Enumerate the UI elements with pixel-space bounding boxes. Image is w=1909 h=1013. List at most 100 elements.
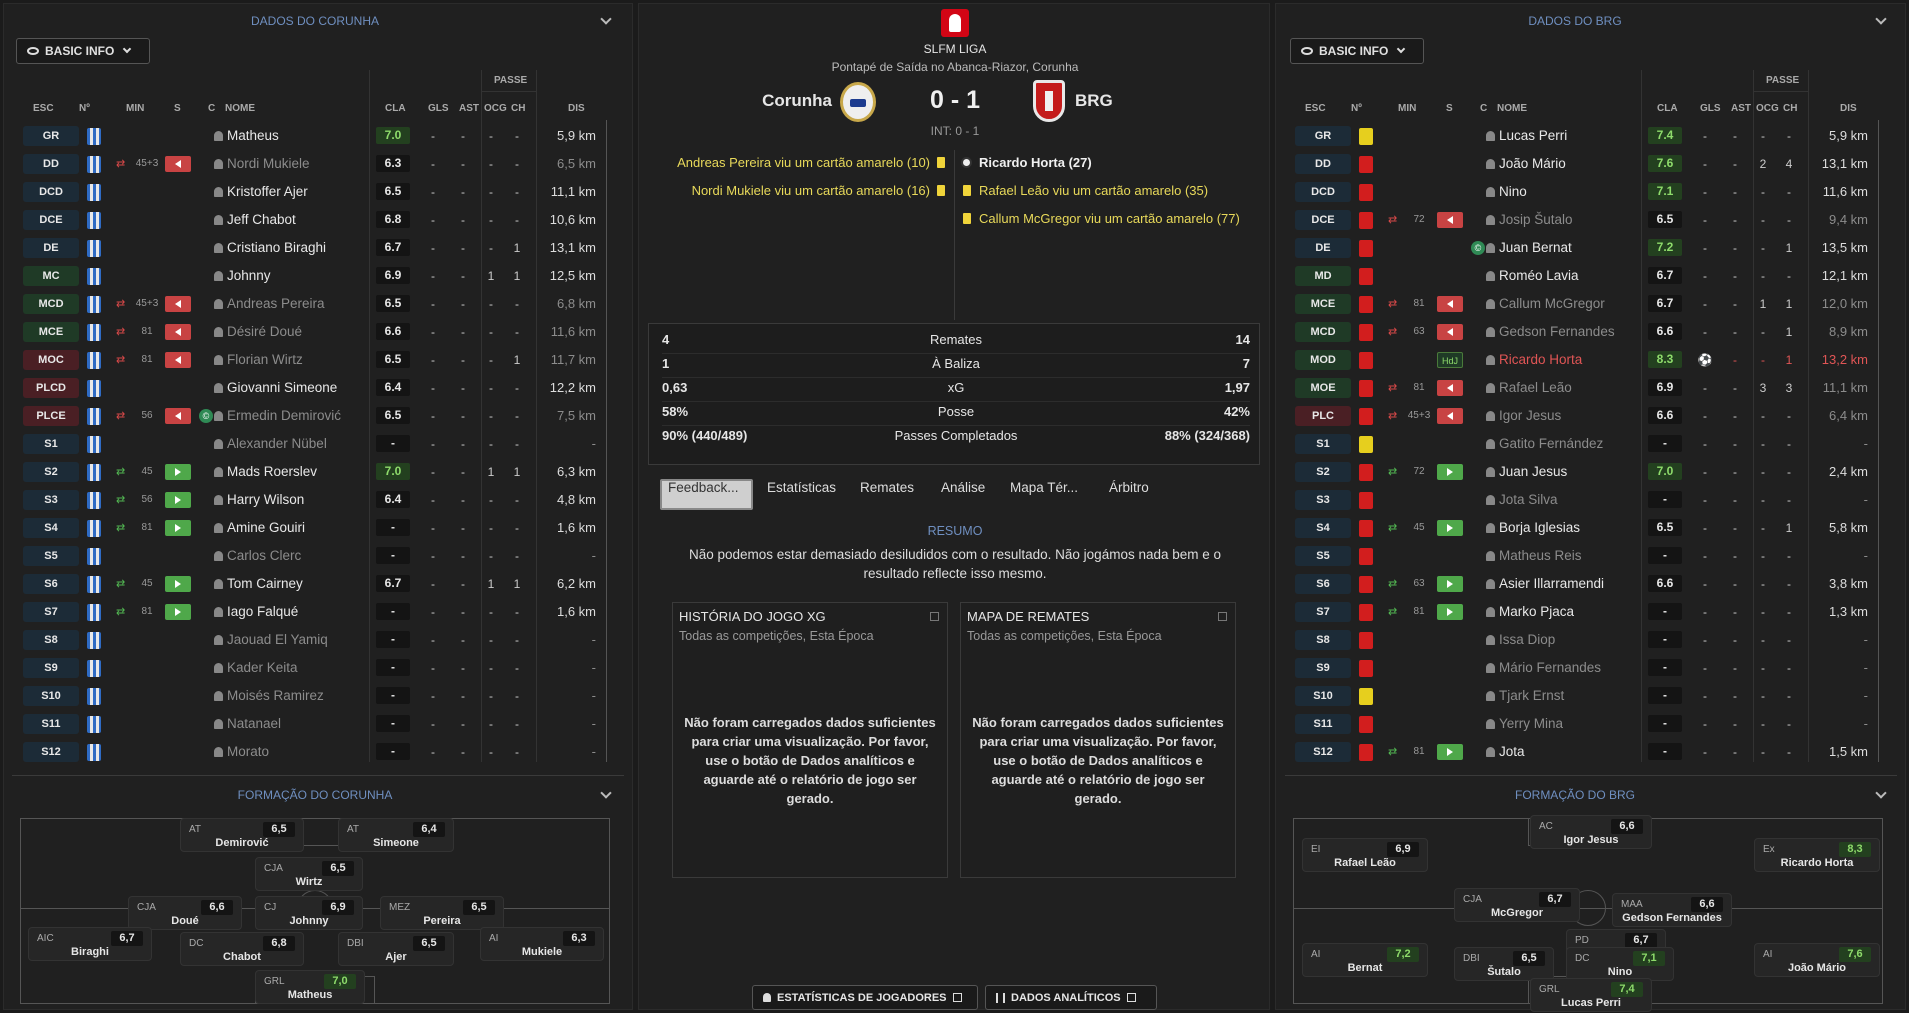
player-name[interactable]: Jaouad El Yamiq [227,632,328,647]
player-row[interactable]: S12 ⇄ 81 Jota - - - - - 1,5 km [1275,738,1875,766]
column-header-cla[interactable]: CLA [1657,103,1678,114]
player-row[interactable]: PLC ⇄ 45+3 Igor Jesus 6.6 - - - - 6,4 km [1275,402,1875,430]
player-row[interactable]: S1 Gatito Fernández - - - - - - [1275,430,1875,458]
formation-player-card[interactable]: DBI 6,5 Ajer [338,932,454,966]
column-header-min[interactable]: MIN [1398,103,1416,114]
column-header-ocg[interactable]: OCG [1756,103,1779,114]
player-name[interactable]: Marko Pjaca [1499,604,1574,619]
sub-out-icon[interactable] [1437,408,1463,424]
player-row[interactable]: S12 Morato - - - - - - [3,738,603,766]
player-name[interactable]: Jeff Chabot [227,212,296,227]
column-header-dis[interactable]: DIS [568,103,585,114]
player-row[interactable]: S9 Mário Fernandes - - - - - - [1275,654,1875,682]
sub-out-icon[interactable] [1437,212,1463,228]
player-name[interactable]: Igor Jesus [1499,408,1561,423]
column-header-gls[interactable]: GLS [1700,103,1721,114]
formation-player-card[interactable]: CJA 6,5 Wirtz [255,857,363,891]
sub-in-icon[interactable] [165,464,191,480]
player-name[interactable]: Nino [1499,184,1527,199]
player-row[interactable]: S8 Issa Diop - - - - - - [1275,626,1875,654]
player-row[interactable]: DCD Nino 7.1 - - - - 11,6 km [1275,178,1875,206]
player-row[interactable]: MCD ⇄ 63 Gedson Fernandes 6.6 - - - 1 8,9 km [1275,318,1875,346]
formation-player-card[interactable]: GRL 7,4 Lucas Perri [1530,978,1652,1012]
player-stats-button[interactable]: ESTATÍSTICAS DE JOGADORES [752,985,978,1010]
formation-player-card[interactable]: AI 6,3 Mukiele [480,927,604,961]
player-name[interactable]: Matheus Reis [1499,548,1582,563]
formation-player-card[interactable]: CJA 6,7 McGregor [1454,888,1580,922]
player-name[interactable]: Yerry Mina [1499,716,1563,731]
column-header-dis[interactable]: DIS [1840,103,1857,114]
sub-in-icon[interactable] [1437,604,1463,620]
formation-player-card[interactable]: DC 6,8 Chabot [180,932,304,966]
column-header-gls[interactable]: GLS [428,103,449,114]
player-row[interactable]: S1 Alexander Nübel - - - - - - [3,430,603,458]
player-row[interactable]: S2 ⇄ 72 Juan Jesus 7.0 - - - - 2,4 km [1275,458,1875,486]
player-row[interactable]: PLCD Giovanni Simeone 6.4 - - - - 12,2 km [3,374,603,402]
player-row[interactable]: DE Cristiano Biraghi 6.7 - - - 1 13,1 km [3,234,603,262]
expand-icon[interactable] [1218,612,1227,621]
player-name[interactable]: Juan Jesus [1499,464,1567,479]
column-header-ast[interactable]: AST [459,103,479,114]
player-name[interactable]: Roméo Lavia [1499,268,1579,283]
player-row[interactable]: MCE ⇄ 81 Callum McGregor 6.7 - - 1 1 12,0 km [1275,290,1875,318]
player-name[interactable]: Lucas Perri [1499,128,1567,143]
column-header-num[interactable]: Nº [79,103,90,114]
player-row[interactable]: PLCE ⇄ 56 © Ermedin Demirović 6.5 - - - - 7,5 km [3,402,603,430]
player-name[interactable]: Andreas Pereira [227,296,325,311]
column-header-name[interactable]: NOME [225,103,255,114]
sub-out-icon[interactable] [1437,324,1463,340]
player-name[interactable]: Kristoffer Ajer [227,184,308,199]
player-name[interactable]: Mário Fernandes [1499,660,1601,675]
player-row[interactable]: MOC ⇄ 81 Florian Wirtz 6.5 - - - 1 11,7 km [3,346,603,374]
player-row[interactable]: S8 Jaouad El Yamiq - - - - - - [3,626,603,654]
formation-player-card[interactable]: AI 7,2 Bernat [1302,943,1428,977]
player-row[interactable]: S6 ⇄ 63 Asier Illarramendi 6.6 - - - - 3,8 km [1275,570,1875,598]
player-name[interactable]: Alexander Nübel [227,436,327,451]
player-row[interactable]: S7 ⇄ 81 Marko Pjaca - - - - - 1,3 km [1275,598,1875,626]
player-row[interactable]: S4 ⇄ 45 Borja Iglesias 6.5 - - - 1 5,8 km [1275,514,1875,542]
player-name[interactable]: Nordi Mukiele [227,156,310,171]
home-team-name[interactable]: Corunha [700,91,832,111]
formation-player-card[interactable]: AT 6,4 Simeone [338,818,454,852]
column-header-ocg[interactable]: OCG [484,103,507,114]
player-name[interactable]: João Mário [1499,156,1566,171]
formation-player-card[interactable]: MAA 6,6 Gedson Fernandes [1612,893,1732,927]
player-name[interactable]: Borja Iglesias [1499,520,1580,535]
formation-player-card[interactable]: EI 6,9 Rafael Leão [1302,838,1428,872]
player-name[interactable]: Ricardo Horta [1499,352,1582,367]
player-row[interactable]: DE © Juan Bernat 7.2 - - - 1 13,5 km [1275,234,1875,262]
player-row[interactable]: DD João Mário 7.6 - - 2 4 13,1 km [1275,150,1875,178]
sub-in-icon[interactable] [1437,520,1463,536]
player-name[interactable]: Désiré Doué [227,324,302,339]
player-name[interactable]: Mads Roerslev [227,464,317,479]
away-team-name[interactable]: BRG [1075,91,1195,111]
player-row[interactable]: S11 Natanael - - - - - - [3,710,603,738]
sub-out-icon[interactable] [165,408,191,424]
player-row[interactable]: MCE ⇄ 81 Désiré Doué 6.6 - - - - 11,6 km [3,318,603,346]
sub-in-icon[interactable] [165,520,191,536]
tab-estatisticas[interactable]: Estatísticas [767,480,836,495]
expand-icon[interactable] [930,612,939,621]
player-row[interactable]: MC Johnny 6.9 - - 1 1 12,5 km [3,262,603,290]
column-header-pos[interactable]: ESC [1305,103,1326,114]
sub-in-icon[interactable] [165,604,191,620]
player-name[interactable]: Jota Silva [1499,492,1558,507]
player-name[interactable]: Carlos Clerc [227,548,301,563]
player-row[interactable]: DCE ⇄ 72 Josip Šutalo 6.5 - - - - 9,4 km [1275,206,1875,234]
column-header-s[interactable]: S [174,103,181,114]
player-row[interactable]: GR Matheus 7.0 - - - - 5,9 km [3,122,603,150]
player-row[interactable]: S11 Yerry Mina - - - - - - [1275,710,1875,738]
player-name[interactable]: Matheus [227,128,279,143]
player-row[interactable]: S3 Jota Silva - - - - - - [1275,486,1875,514]
column-header-num[interactable]: Nº [1351,103,1362,114]
sub-out-icon[interactable] [1437,296,1463,312]
player-row[interactable]: GR Lucas Perri 7.4 - - - - 5,9 km [1275,122,1875,150]
player-name[interactable]: Kader Keita [227,660,298,675]
column-header-ch[interactable]: CH [1783,103,1797,114]
formation-player-card[interactable]: AT 6,5 Demirović [180,818,304,852]
player-name[interactable]: Tjark Ernst [1499,688,1564,703]
player-row[interactable]: S9 Kader Keita - - - - - - [3,654,603,682]
column-header-c[interactable]: C [1480,103,1487,114]
player-name[interactable]: Gedson Fernandes [1499,324,1615,339]
player-row[interactable]: DCE Jeff Chabot 6.8 - - - - 10,6 km [3,206,603,234]
